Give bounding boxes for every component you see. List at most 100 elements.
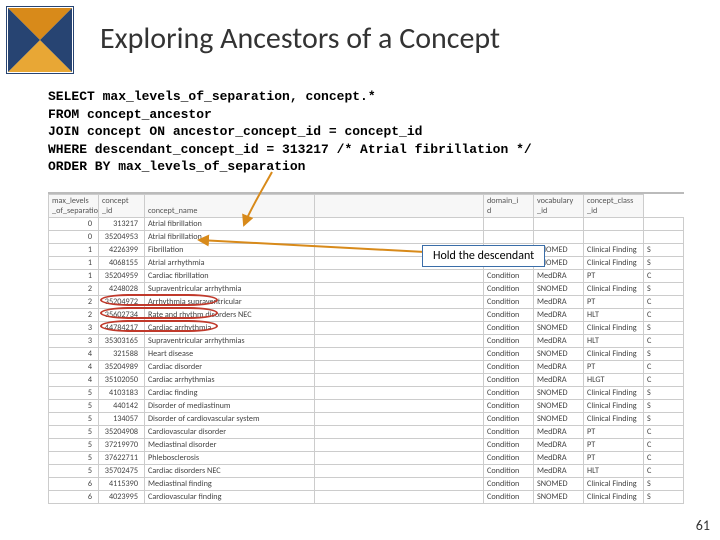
- table-cell: PT: [584, 439, 644, 452]
- table-cell: C: [644, 296, 684, 309]
- table-cell: 0: [49, 231, 99, 244]
- table-cell: Clinical Finding: [584, 413, 644, 426]
- table-cell: 134057: [99, 413, 145, 426]
- table-cell: C: [644, 452, 684, 465]
- table-cell: 1: [49, 257, 99, 270]
- table-cell: Disorder of mediastinum: [145, 400, 315, 413]
- table-row: 435204989Cardiac disorderConditionMedDRA…: [49, 361, 684, 374]
- table-row: 537219970Mediastinal disorderConditionMe…: [49, 439, 684, 452]
- table-row: 64023995Cardiovascular findingConditionS…: [49, 491, 684, 504]
- table-cell: Cardiac disorder: [145, 361, 315, 374]
- sql-code: SELECT max_levels_of_separation, concept…: [48, 88, 532, 176]
- table-cell: 4: [49, 374, 99, 387]
- col-header: vocabulary_id: [534, 195, 584, 218]
- table-cell: Condition: [484, 478, 534, 491]
- table-cell: S: [644, 348, 684, 361]
- table-cell: 5: [49, 400, 99, 413]
- table-row: 537622711PhlebosclerosisConditionMedDRAP…: [49, 452, 684, 465]
- table-cell: 5: [49, 413, 99, 426]
- table-cell: [315, 283, 484, 296]
- table-cell: Fibrillation: [145, 244, 315, 257]
- table-cell: 4068155: [99, 257, 145, 270]
- table-cell: 6: [49, 478, 99, 491]
- table-cell: S: [644, 257, 684, 270]
- table-cell: Condition: [484, 361, 534, 374]
- table-row: 0313217Atrial fibrillation: [49, 218, 684, 231]
- table-cell: Clinical Finding: [584, 478, 644, 491]
- table-cell: [315, 361, 484, 374]
- table-cell: Condition: [484, 374, 534, 387]
- table-cell: MedDRA: [534, 270, 584, 283]
- table-cell: [315, 374, 484, 387]
- table-cell: SNOMED: [534, 413, 584, 426]
- table-cell: C: [644, 309, 684, 322]
- table-cell: SNOMED: [534, 387, 584, 400]
- table-cell: Clinical Finding: [584, 257, 644, 270]
- table-cell: Arrhythmia supraventricular: [145, 296, 315, 309]
- table-cell: [315, 465, 484, 478]
- table-cell: 4103183: [99, 387, 145, 400]
- table-cell: 313217: [99, 218, 145, 231]
- table-cell: [315, 309, 484, 322]
- table-cell: 35602734: [99, 309, 145, 322]
- table-cell: [315, 400, 484, 413]
- table-row: 135204959Cardiac fibrillationConditionMe…: [49, 270, 684, 283]
- table-cell: [315, 478, 484, 491]
- table-cell: S: [644, 283, 684, 296]
- table-row: 64115390Mediastinal findingConditionSNOM…: [49, 478, 684, 491]
- table-cell: MedDRA: [534, 309, 584, 322]
- table-cell: [315, 491, 484, 504]
- table-cell: 44784217: [99, 322, 145, 335]
- table-row: 5134057Disorder of cardiovascular system…: [49, 413, 684, 426]
- col-header: concept_name: [145, 195, 315, 218]
- table-cell: Mediastinal finding: [145, 478, 315, 491]
- table-cell: SNOMED: [534, 283, 584, 296]
- col-header: concept_class_id: [584, 195, 644, 218]
- table-cell: PT: [584, 296, 644, 309]
- table-cell: Condition: [484, 387, 534, 400]
- results-table: max_levels_of_separationconcept_idconcep…: [48, 192, 684, 504]
- table-cell: MedDRA: [534, 465, 584, 478]
- table-cell: Clinical Finding: [584, 348, 644, 361]
- table-cell: S: [644, 387, 684, 400]
- table-cell: C: [644, 335, 684, 348]
- table-cell: 35102050: [99, 374, 145, 387]
- table-cell: S: [644, 322, 684, 335]
- table-cell: [315, 413, 484, 426]
- table-cell: Supraventricular arrhythmias: [145, 335, 315, 348]
- table-cell: S: [644, 244, 684, 257]
- table-row: 5440142Disorder of mediastinumConditionS…: [49, 400, 684, 413]
- table-cell: [315, 218, 484, 231]
- table-cell: Condition: [484, 335, 534, 348]
- table-row: 344784217Cardiac arrhythmiaConditionSNOM…: [49, 322, 684, 335]
- table-cell: HLT: [584, 465, 644, 478]
- table-cell: MedDRA: [534, 374, 584, 387]
- col-header: concept_id: [99, 195, 145, 218]
- table-cell: Condition: [484, 270, 534, 283]
- page-title: Exploring Ancestors of a Concept: [100, 20, 500, 57]
- table-cell: 0: [49, 218, 99, 231]
- table-cell: 4115390: [99, 478, 145, 491]
- table-cell: Clinical Finding: [584, 244, 644, 257]
- table-cell: Condition: [484, 413, 534, 426]
- table-cell: S: [644, 413, 684, 426]
- table-cell: [484, 218, 534, 231]
- table-cell: 4: [49, 348, 99, 361]
- table-cell: MedDRA: [534, 426, 584, 439]
- table-cell: Condition: [484, 452, 534, 465]
- table-cell: [315, 439, 484, 452]
- table-cell: SNOMED: [534, 400, 584, 413]
- table-cell: MedDRA: [534, 439, 584, 452]
- table-cell: [315, 452, 484, 465]
- table-cell: 35702475: [99, 465, 145, 478]
- table-cell: Condition: [484, 348, 534, 361]
- table-cell: 3: [49, 335, 99, 348]
- table-cell: [644, 231, 684, 244]
- table-cell: [315, 335, 484, 348]
- table-cell: [534, 218, 584, 231]
- table-cell: HLT: [584, 335, 644, 348]
- table-cell: [484, 231, 534, 244]
- table-cell: PT: [584, 452, 644, 465]
- logo-icon: [6, 6, 74, 74]
- table-cell: Condition: [484, 309, 534, 322]
